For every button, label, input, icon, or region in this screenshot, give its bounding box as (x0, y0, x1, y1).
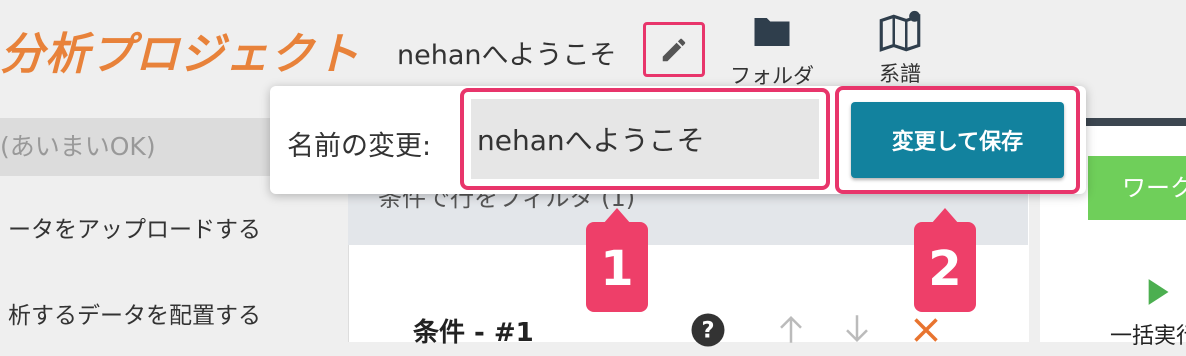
save-button-highlight: 変更して保存 (835, 86, 1080, 194)
name-input-highlight (460, 88, 830, 190)
step-badge-2: 2 (914, 208, 976, 312)
welcome-text: nehanへようこそ (397, 40, 617, 71)
name-input[interactable] (471, 99, 819, 179)
lineage-button[interactable]: 系譜 (858, 8, 942, 88)
project-title: 分析プロジェクト (0, 29, 360, 80)
edit-name-button[interactable] (643, 22, 705, 77)
folder-icon (754, 18, 790, 46)
lineage-label: 系譜 (879, 62, 921, 86)
sidebar-item-place-data[interactable]: 析するデータを配置する (8, 296, 261, 330)
workflow-button[interactable]: ワークフ (1088, 156, 1186, 220)
play-icon[interactable] (1146, 278, 1170, 310)
rename-label: 名前の変更: (287, 131, 432, 162)
pencil-icon (662, 38, 686, 61)
move-down-icon[interactable] (842, 314, 872, 348)
move-up-icon[interactable] (776, 314, 806, 348)
svg-text:?: ? (701, 318, 714, 344)
map-lineage-icon (879, 10, 921, 52)
condition-title: 条件 - #1 (413, 318, 534, 348)
folder-button[interactable]: フォルダ (722, 14, 822, 90)
help-icon[interactable]: ? (690, 312, 726, 356)
run-all-label[interactable]: 一括実行 (1110, 318, 1186, 350)
sidebar-item-upload[interactable]: ータをアップロードする (8, 210, 261, 244)
delete-icon[interactable] (912, 316, 940, 348)
step-badge-1: 1 (586, 208, 648, 312)
save-changes-button[interactable]: 変更して保存 (851, 102, 1064, 178)
